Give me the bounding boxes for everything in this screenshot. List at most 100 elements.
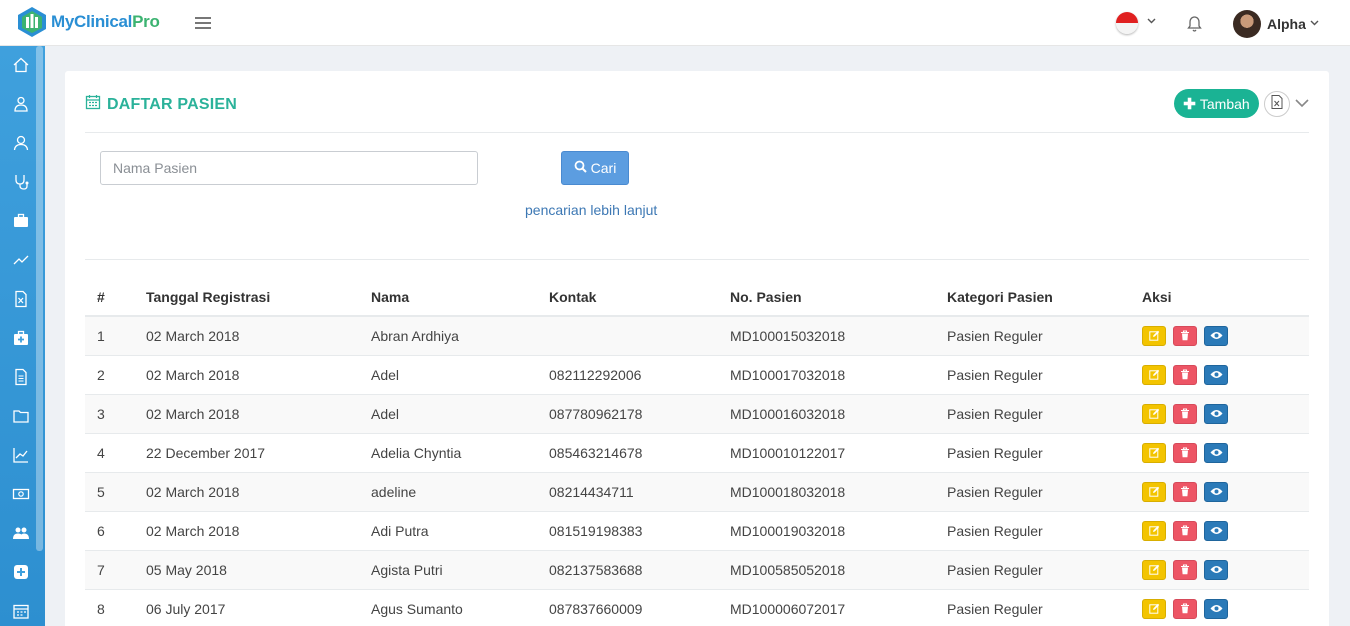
patient-number-cell: MD100010122017	[718, 433, 935, 473]
stethoscope-icon[interactable]	[11, 172, 31, 192]
money-icon[interactable]	[11, 484, 31, 504]
view-icon	[1210, 410, 1222, 417]
folder-icon[interactable]	[11, 406, 31, 426]
patient-number-cell: MD100585052018	[718, 550, 935, 590]
table-row[interactable]: 3 02 March 2018 Adel 087780962178 MD10001603…	[85, 394, 1309, 434]
edit-icon	[1148, 369, 1159, 380]
view-button[interactable]	[1204, 403, 1228, 424]
view-icon	[1210, 527, 1222, 534]
edit-button[interactable]	[1142, 442, 1166, 463]
patient-category-cell: Pasien Reguler	[935, 511, 1130, 551]
view-button[interactable]	[1204, 364, 1228, 385]
home-icon[interactable]	[11, 55, 31, 75]
patient-name-search-input[interactable]	[100, 151, 478, 185]
column-header-contact[interactable]: Kontak	[537, 279, 718, 317]
contact-cell: 087780962178	[537, 394, 718, 434]
column-header-number[interactable]: #	[85, 279, 134, 317]
table-row[interactable]: 4 22 December 2017 Adelia Chyntia 085463214…	[85, 433, 1309, 473]
view-icon	[1210, 605, 1222, 612]
row-number-cell: 1	[85, 316, 134, 356]
medical-kit-icon[interactable]	[11, 328, 31, 348]
search-icon	[574, 160, 591, 176]
excel-file-icon[interactable]	[11, 289, 31, 309]
search-button[interactable]: Cari	[561, 151, 629, 185]
language-chevron-down-icon[interactable]	[1147, 16, 1156, 27]
advanced-search-link[interactable]: pencarian lebih lanjut	[525, 202, 657, 218]
contact-cell	[537, 316, 718, 356]
view-icon	[1210, 488, 1222, 495]
delete-icon	[1181, 447, 1189, 458]
plus-icon[interactable]	[11, 562, 31, 582]
language-flag-icon[interactable]	[1116, 12, 1138, 34]
user-name[interactable]: Alpha	[1267, 16, 1306, 32]
view-icon	[1210, 332, 1222, 340]
view-button[interactable]	[1204, 325, 1228, 346]
registration-date-cell: 06 July 2017	[134, 589, 359, 626]
delete-button[interactable]	[1173, 559, 1197, 580]
edit-button[interactable]	[1142, 598, 1166, 619]
column-header-registration-date[interactable]: Tanggal Registrasi	[134, 279, 359, 317]
calendar-title-icon	[85, 94, 101, 115]
patient-icon[interactable]	[11, 133, 31, 153]
view-button[interactable]	[1204, 559, 1228, 580]
user-chevron-down-icon[interactable]	[1310, 18, 1319, 29]
sidebar-scrollbar[interactable]	[36, 46, 43, 551]
plus-icon: ✚	[1183, 95, 1196, 113]
table-row[interactable]: 6 02 March 2018 Adi Putra 081519198383 MD100…	[85, 511, 1309, 551]
delete-button[interactable]	[1173, 598, 1197, 619]
column-header-patient-number[interactable]: No. Pasien	[718, 279, 935, 317]
document-icon[interactable]	[11, 367, 31, 387]
group-icon[interactable]	[11, 523, 31, 543]
calendar-icon[interactable]	[11, 601, 31, 621]
view-button[interactable]	[1204, 481, 1228, 502]
collapse-chevron-down-icon[interactable]	[1294, 95, 1310, 111]
delete-button[interactable]	[1173, 364, 1197, 385]
notification-bell-icon[interactable]	[1186, 15, 1203, 38]
table-row[interactable]: 5 02 March 2018 adeline 08214434711 MD100018…	[85, 472, 1309, 512]
column-header-name[interactable]: Nama	[359, 279, 537, 317]
delete-button[interactable]	[1173, 520, 1197, 541]
actions-cell	[1130, 550, 1309, 590]
briefcase-icon[interactable]	[11, 211, 31, 231]
table-row[interactable]: 8 06 July 2017 Agus Sumanto 087837660009 MD1…	[85, 589, 1309, 626]
app-logo[interactable]: MyClinicalPro	[18, 7, 160, 37]
avatar[interactable]	[1233, 10, 1261, 38]
view-button[interactable]	[1204, 520, 1228, 541]
menu-toggle-icon[interactable]	[195, 17, 211, 29]
patient-table: # Tanggal Registrasi Nama Kontak No. Pas…	[85, 279, 1309, 626]
edit-button[interactable]	[1142, 325, 1166, 346]
edit-button[interactable]	[1142, 481, 1166, 502]
table-row[interactable]: 2 02 March 2018 Adel 082112292006 MD10001703…	[85, 355, 1309, 395]
patient-category-cell: Pasien Reguler	[935, 472, 1130, 512]
edit-icon	[1148, 525, 1159, 536]
edit-button[interactable]	[1142, 520, 1166, 541]
table-row[interactable]: 1 02 March 2018 Abran Ardhiya MD10001503201…	[85, 316, 1309, 356]
patient-name-cell: adeline	[359, 472, 537, 512]
row-number-cell: 6	[85, 511, 134, 551]
edit-button[interactable]	[1142, 403, 1166, 424]
export-excel-button[interactable]	[1264, 91, 1290, 117]
view-button[interactable]	[1204, 442, 1228, 463]
edit-button[interactable]	[1142, 559, 1166, 580]
view-icon	[1210, 371, 1222, 378]
delete-button[interactable]	[1173, 481, 1197, 502]
patient-number-cell: MD100016032018	[718, 394, 935, 434]
row-number-cell: 4	[85, 433, 134, 473]
trend-icon[interactable]	[11, 250, 31, 270]
delete-button[interactable]	[1173, 403, 1197, 424]
add-patient-button[interactable]: ✚ Tambah	[1174, 89, 1259, 118]
table-row[interactable]: 7 05 May 2018 Agista Putri 082137583688 MD10…	[85, 550, 1309, 590]
view-button[interactable]	[1204, 598, 1228, 619]
patient-name-cell: Agista Putri	[359, 550, 537, 590]
doctor-icon[interactable]	[11, 94, 31, 114]
view-icon	[1210, 566, 1222, 573]
edit-button[interactable]	[1142, 364, 1166, 385]
delete-button[interactable]	[1173, 325, 1197, 346]
logo-text-part2: Pro	[132, 12, 160, 31]
delete-button[interactable]	[1173, 442, 1197, 463]
excel-file-icon	[1271, 94, 1283, 114]
patient-category-cell: Pasien Reguler	[935, 550, 1130, 590]
column-header-patient-category[interactable]: Kategori Pasien	[935, 279, 1130, 317]
chart-icon[interactable]	[11, 445, 31, 465]
registration-date-cell: 05 May 2018	[134, 550, 359, 590]
